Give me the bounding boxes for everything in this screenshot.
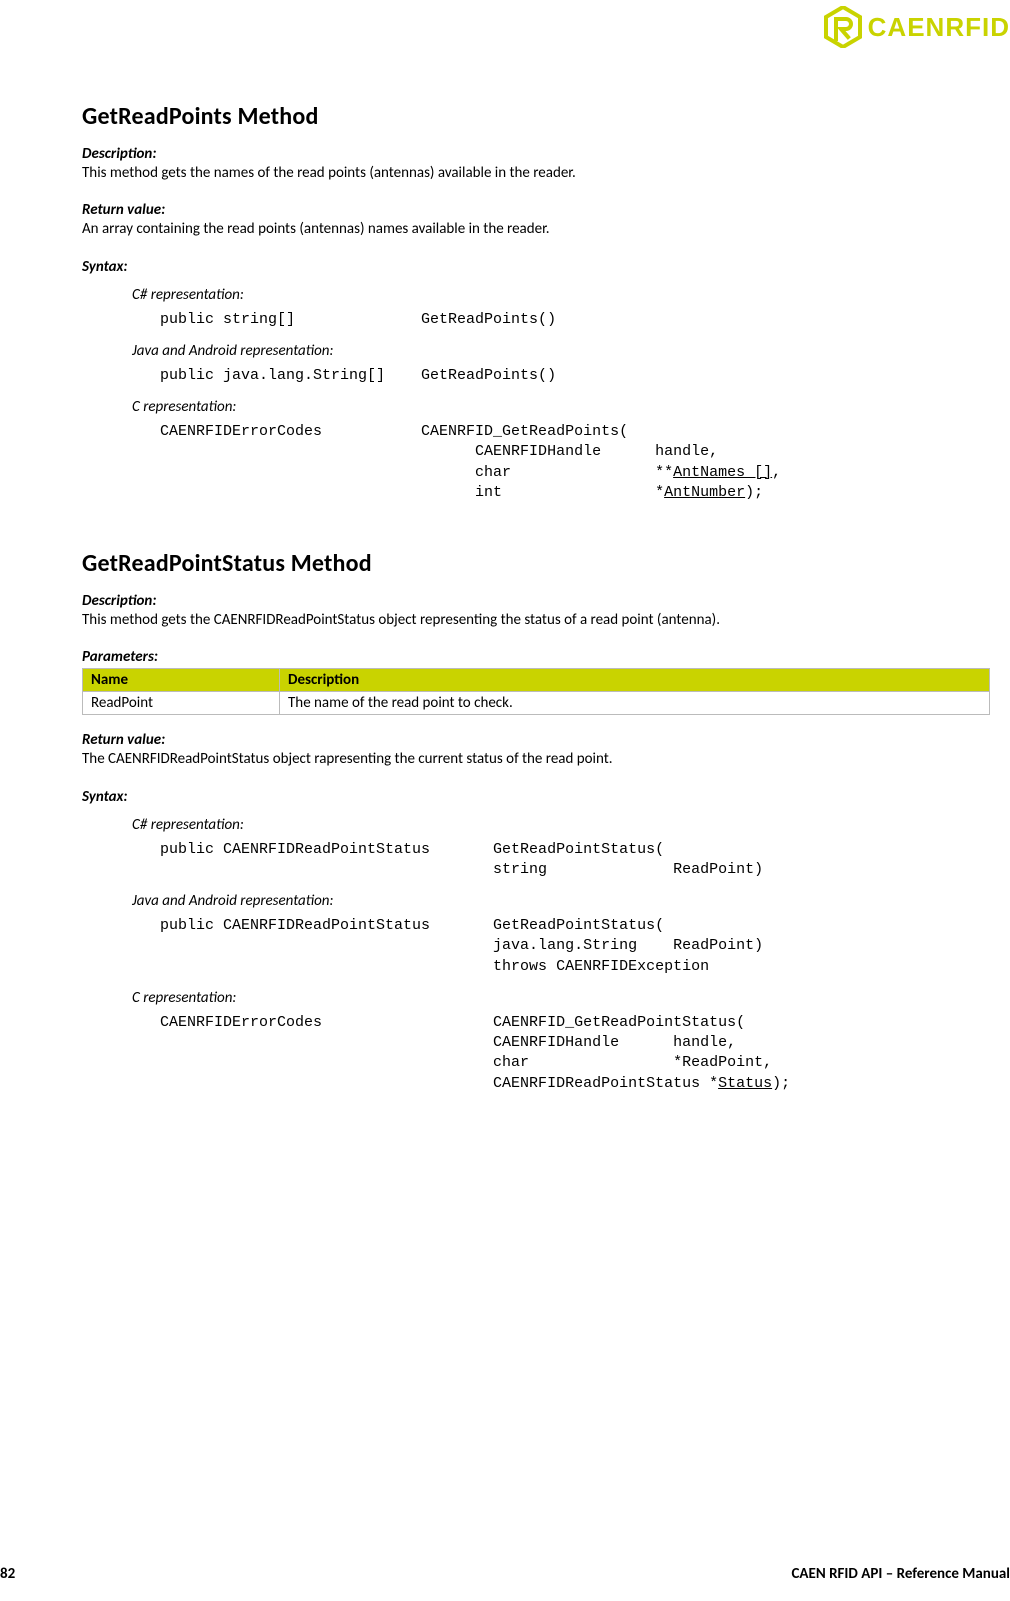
- c-representation-label: C representation:: [132, 398, 990, 416]
- section-title-getreadpoints: GetReadPoints Method: [82, 102, 990, 131]
- c-code-line-prefix: CAENRFIDReadPointStatus *: [160, 1075, 718, 1092]
- java-code: public CAENRFIDReadPointStatus GetReadPo…: [160, 916, 990, 977]
- return-value-text: The CAENRFIDReadPointStatus object rapre…: [82, 749, 990, 769]
- c-code-line: CAENRFIDHandle handle,: [160, 1034, 736, 1051]
- c-code-underlined: AntNames []: [673, 464, 772, 481]
- c-code-line: CAENRFIDErrorCodes CAENRFID_GetReadPoint…: [160, 423, 628, 440]
- java-representation-label: Java and Android representation:: [132, 342, 990, 360]
- parameters-table: Name Description ReadPoint The name of t…: [82, 668, 990, 715]
- c-representation-label: C representation:: [132, 989, 990, 1007]
- csharp-representation-label: C# representation:: [132, 286, 990, 304]
- description-label: Description:: [82, 592, 990, 610]
- c-code: CAENRFIDErrorCodes CAENRFID_GetReadPoint…: [160, 1013, 990, 1094]
- return-value-label: Return value:: [82, 201, 990, 219]
- c-code-line: CAENRFIDHandle handle,: [160, 443, 718, 460]
- param-description: The name of the read point to check.: [280, 692, 990, 715]
- page: CAENRFID GetReadPoints Method Descriptio…: [0, 0, 1010, 1601]
- param-name: ReadPoint: [83, 692, 280, 715]
- c-code-line-suffix: );: [745, 484, 763, 501]
- java-representation-label: Java and Android representation:: [132, 892, 990, 910]
- page-footer: 82 CAEN RFID API – Reference Manual: [0, 1565, 1010, 1583]
- hexagon-r-icon: [824, 6, 862, 48]
- return-value-label: Return value:: [82, 731, 990, 749]
- description-text: This method gets the CAENRFIDReadPointSt…: [82, 610, 990, 630]
- c-code-line-suffix: );: [772, 1075, 790, 1092]
- parameters-label: Parameters:: [82, 648, 990, 666]
- table-row: Name Description: [83, 669, 990, 692]
- c-code-underlined: Status: [718, 1075, 772, 1092]
- page-number: 82: [0, 1565, 15, 1583]
- c-code-line-prefix: int *: [160, 484, 664, 501]
- c-code-line-suffix: ,: [772, 464, 781, 481]
- table-row: ReadPoint The name of the read point to …: [83, 692, 990, 715]
- c-code-line: CAENRFIDErrorCodes CAENRFID_GetReadPoint…: [160, 1014, 745, 1031]
- syntax-label: Syntax:: [82, 788, 990, 806]
- c-code-underlined: AntNumber: [664, 484, 745, 501]
- table-header-name: Name: [83, 669, 280, 692]
- page-content: GetReadPoints Method Description: This m…: [0, 10, 1010, 1094]
- csharp-code: public string[] GetReadPoints(): [160, 310, 990, 330]
- section-title-getreadpointstatus: GetReadPointStatus Method: [82, 549, 990, 578]
- c-code-line-prefix: char **: [160, 464, 673, 481]
- brand-logo: CAENRFID: [824, 6, 1010, 48]
- brand-text: CAENRFID: [868, 12, 1010, 43]
- csharp-representation-label: C# representation:: [132, 816, 990, 834]
- description-label: Description:: [82, 145, 990, 163]
- syntax-block: C# representation: public string[] GetRe…: [132, 286, 990, 504]
- return-value-text: An array containing the read points (ant…: [82, 219, 990, 239]
- syntax-block: C# representation: public CAENRFIDReadPo…: [132, 816, 990, 1094]
- manual-title: CAEN RFID API – Reference Manual: [791, 1565, 1010, 1583]
- description-text: This method gets the names of the read p…: [82, 163, 990, 183]
- c-code-line: char *ReadPoint,: [160, 1054, 772, 1071]
- csharp-code: public CAENRFIDReadPointStatus GetReadPo…: [160, 840, 990, 881]
- java-code: public java.lang.String[] GetReadPoints(…: [160, 366, 990, 386]
- syntax-label: Syntax:: [82, 258, 990, 276]
- c-code: CAENRFIDErrorCodes CAENRFID_GetReadPoint…: [160, 422, 990, 503]
- table-header-description: Description: [280, 669, 990, 692]
